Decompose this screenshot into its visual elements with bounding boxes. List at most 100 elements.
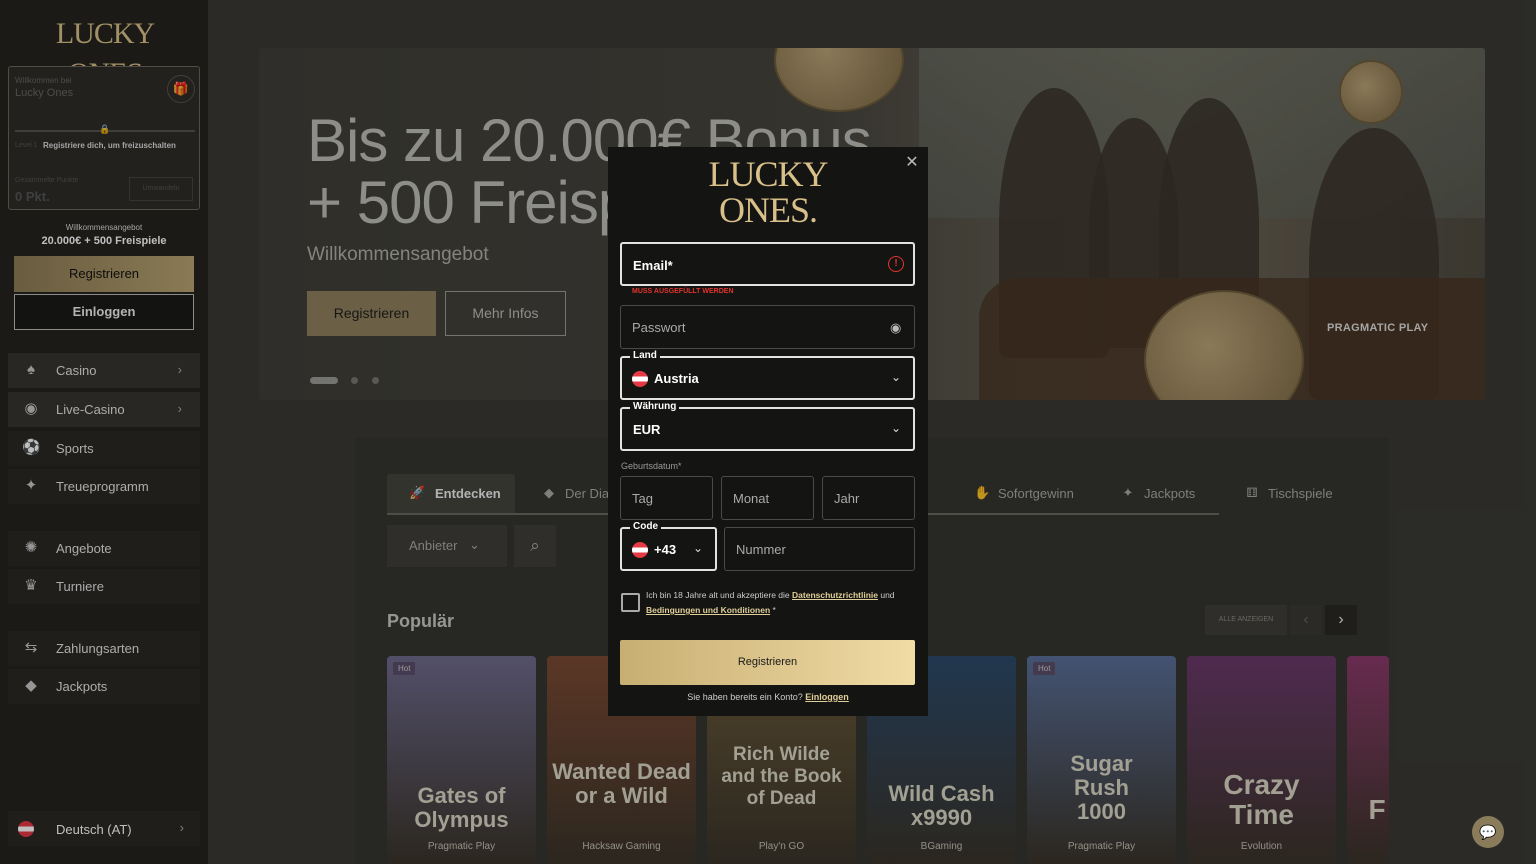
country-value: Austria [654, 371, 699, 386]
game-card[interactable]: F [1347, 656, 1389, 864]
search-icon: ⌕ [530, 536, 540, 555]
language-selector[interactable]: Deutsch (AT) › [8, 811, 200, 846]
hero-more-info-button[interactable]: Mehr Infos [445, 291, 566, 336]
gift-icon: 🎁 [167, 75, 195, 103]
hot-badge: Hot [393, 662, 416, 675]
currency-label: Währung [630, 401, 680, 412]
carousel-dot-active[interactable] [310, 377, 338, 384]
modal-register-button[interactable]: Registrieren [620, 640, 915, 685]
show-all-button[interactable]: ALLE ANZEIGEN [1205, 605, 1287, 635]
day-field[interactable]: Tag [620, 476, 713, 520]
chevron-down-icon: ⌄ [890, 421, 901, 435]
privacy-policy-link[interactable]: Datenschutzrichtlinie [792, 590, 878, 600]
terms-text-post: * [770, 605, 776, 615]
sidebar-item-casino[interactable]: ♠ Casino › [8, 353, 200, 388]
party-icon: ✺ [24, 539, 38, 556]
carousel-dot[interactable] [351, 377, 358, 384]
sidebar-item-loyalty[interactable]: ✦ Treueprogramm [8, 469, 200, 504]
language-label: Deutsch (AT) [56, 822, 132, 837]
game-provider: Pragmatic Play [427, 841, 496, 852]
rocket-icon: 🚀 [409, 485, 426, 500]
tab-discover[interactable]: 🚀 Entdecken [387, 474, 515, 514]
provider-filter-label: Anbieter [409, 538, 458, 553]
sidebar-item-offers[interactable]: ✺ Angebote [8, 531, 200, 566]
modal-login-link[interactable]: Einloggen [805, 692, 849, 702]
terms-checkbox[interactable] [621, 593, 640, 612]
sidebar-item-label: Treueprogramm [56, 479, 149, 494]
search-button[interactable]: ⌕ [514, 525, 556, 567]
tab-table-games[interactable]: ⚅ Tischspiele [1244, 474, 1344, 514]
sidebar-register-button[interactable]: Registrieren [14, 256, 194, 292]
currency-select[interactable]: Währung EUR ⌄ [620, 401, 915, 451]
country-select[interactable]: Land Austria ⌄ [620, 350, 915, 400]
game-title: F [1368, 794, 1386, 825]
year-placeholder: Jahr [834, 491, 860, 506]
carousel-dot[interactable] [372, 377, 379, 384]
sidebar-item-label: Zahlungsarten [56, 641, 140, 656]
have-account-text: Sie haben bereits ein Konto? Einloggen [608, 692, 928, 702]
chat-button[interactable]: 💬 [1472, 816, 1504, 848]
sidebar-item-live-casino[interactable]: ◉ Live-Casino › [8, 392, 200, 427]
redeem-button[interactable]: Umwandeln [129, 177, 193, 201]
hero-register-button[interactable]: Registrieren [307, 291, 436, 336]
day-placeholder: Tag [632, 491, 653, 506]
chevron-down-icon: ⌄ [890, 370, 901, 384]
game-provider: Play'n GO [758, 841, 805, 852]
chip-icon: ◉ [24, 400, 38, 417]
sidebar-item-tournaments[interactable]: ♛ Turniere [8, 569, 200, 604]
sparkle-icon: ✦ [24, 477, 38, 494]
tab-jackpots[interactable]: ✦ Jackpots [1120, 474, 1210, 514]
phone-number-field[interactable]: Nummer [724, 527, 915, 571]
sidebar-item-payments[interactable]: ⇆ Zahlungsarten [8, 631, 200, 666]
hot-badge: Hot [1033, 662, 1056, 675]
next-button[interactable]: › [1325, 605, 1357, 635]
chevron-right-icon: › [1338, 611, 1344, 628]
phone-code-select[interactable]: Code +43 ⌄ [620, 521, 717, 571]
coin-icon [1339, 60, 1403, 124]
game-provider: BGaming [920, 841, 963, 852]
sidebar-item-label: Jackpots [56, 679, 108, 694]
welcome-name: Lucky Ones [15, 87, 74, 99]
sidebar: LUCKY ONES Willkommen bei Lucky Ones 🎁 🔒… [0, 0, 208, 864]
diamond-icon: ◆ [544, 485, 554, 500]
game-provider: Evolution [1240, 841, 1283, 852]
game-card[interactable]: Crazy Time Evolution [1187, 656, 1336, 864]
game-title: Wanted Dead or a Wild [552, 759, 691, 808]
email-field[interactable]: Email* [620, 242, 915, 286]
lock-icon: 🔒 [99, 124, 111, 134]
points-label: Gesammelte Punkte [15, 177, 79, 184]
game-card[interactable]: Hot Sugar Rush 1000 Pragmatic Play [1027, 656, 1176, 864]
eye-icon[interactable]: ◉ [890, 320, 901, 336]
sidebar-item-label: Angebote [56, 541, 112, 556]
year-field[interactable]: Jahr [822, 476, 915, 520]
number-placeholder: Nummer [736, 542, 786, 557]
chevron-right-icon: › [179, 820, 184, 835]
diamond-icon: ◆ [25, 677, 37, 694]
hero-subtitle: Willkommensangebot [307, 244, 489, 265]
chevron-left-icon: ‹ [1303, 611, 1309, 628]
dob-label: Geburtsdatum* [621, 461, 682, 471]
sidebar-item-label: Turniere [56, 579, 104, 594]
brand-logo[interactable]: LUCKY ONES [20, 14, 190, 90]
password-field[interactable]: Passwort [620, 305, 915, 349]
welcome-card: Willkommen bei Lucky Ones 🎁 🔒 Level 1 Re… [8, 66, 200, 210]
provider-filter-dropdown[interactable]: Anbieter ⌄ [387, 525, 507, 567]
sidebar-item-sports[interactable]: ⚽ Sports [8, 431, 200, 466]
register-hint: Registriere dich, um freizuschalten [43, 141, 176, 150]
register-modal: ✕ LUCKY ONES. Email* ! MUSS AUSGEFÜLLT W… [608, 147, 928, 716]
sidebar-login-button[interactable]: Einloggen [14, 294, 194, 330]
game-title: Wild Cash x9990 [888, 781, 995, 830]
sidebar-item-jackpots[interactable]: ◆ Jackpots [8, 669, 200, 704]
terms-link[interactable]: Bedingungen und Konditionen [646, 605, 770, 615]
terms-text-pre: Ich bin 18 Jahre alt und akzeptiere die [646, 590, 793, 600]
game-title: Crazy Time [1223, 769, 1300, 830]
austria-flag-icon [632, 371, 648, 387]
modal-logo-line-2: ONES. [718, 190, 818, 230]
code-value: +43 [654, 542, 677, 557]
game-card[interactable]: Hot Gates of Olympus Pragmatic Play [387, 656, 536, 864]
austria-flag-icon [632, 542, 648, 558]
prev-button[interactable]: ‹ [1290, 605, 1322, 635]
month-field[interactable]: Monat [721, 476, 814, 520]
tab-instant-win[interactable]: ✋ Sofortgewinn [974, 474, 1084, 514]
chevron-right-icon: › [177, 401, 182, 416]
